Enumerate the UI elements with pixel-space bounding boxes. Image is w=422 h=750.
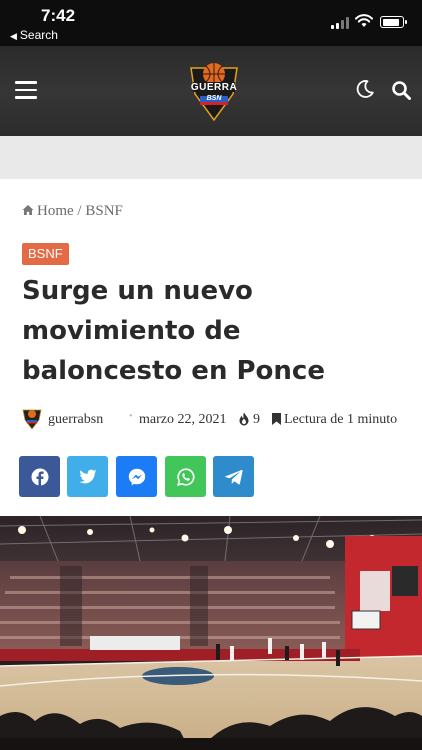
status-time: 7:42 (41, 6, 76, 25)
twitter-icon (78, 469, 96, 483)
category-badge[interactable]: BSNF (22, 243, 69, 265)
header-spacer (0, 136, 422, 179)
telegram-share-button[interactable] (213, 456, 254, 497)
breadcrumb-home-link[interactable]: Home (22, 203, 77, 219)
article-title: Surge un nuevo movimiento de baloncesto … (22, 276, 325, 386)
publish-date: marzo 22, 2021 (139, 412, 227, 427)
wifi-icon (355, 14, 373, 27)
messenger-share-button[interactable] (116, 456, 157, 497)
telegram-icon (224, 469, 243, 484)
whatsapp-icon (176, 467, 194, 486)
author-name[interactable]: guerrabsn (48, 412, 103, 428)
home-icon (22, 205, 34, 215)
status-bar: 7:42 ◀ Search (0, 0, 422, 46)
menu-icon[interactable] (15, 81, 37, 99)
breadcrumb-section-link[interactable]: BSNF (85, 203, 123, 219)
logo-text: GUERRA (190, 82, 238, 93)
whatsapp-share-button[interactable] (165, 456, 206, 497)
breadcrumb-home-label: Home (37, 203, 74, 219)
meta-separator: • (129, 411, 133, 422)
moon-icon[interactable] (355, 79, 375, 99)
cellular-signal-icon (331, 17, 349, 29)
search-icon[interactable] (391, 80, 411, 100)
back-label: Search (19, 28, 58, 42)
messenger-icon (128, 468, 145, 485)
battery-icon (380, 16, 407, 28)
facebook-share-button[interactable] (19, 456, 60, 497)
basketball-arena-photo (0, 516, 422, 750)
site-logo[interactable]: GUERRA BSN (187, 58, 241, 122)
fire-icon (239, 412, 249, 426)
reading-time: Lectura de 1 minuto (284, 412, 398, 427)
facebook-icon (31, 468, 48, 486)
back-to-search-link[interactable]: ◀ Search (10, 28, 58, 42)
site-header: GUERRA BSN (0, 46, 422, 136)
view-count: 9 (253, 412, 260, 427)
author-avatar[interactable] (22, 408, 42, 430)
logo-subtext: BSN (206, 95, 222, 102)
back-arrow-icon: ◀ (10, 31, 17, 41)
article-hero-image[interactable] (0, 516, 422, 750)
article-meta: guerrabsn • marzo 22, 2021 9 Lectura de … (22, 408, 412, 432)
breadcrumb-separator: / (77, 203, 82, 219)
twitter-share-button[interactable] (67, 456, 108, 497)
breadcrumb: Home / BSNF (22, 203, 123, 220)
bookmark-icon (272, 413, 281, 425)
